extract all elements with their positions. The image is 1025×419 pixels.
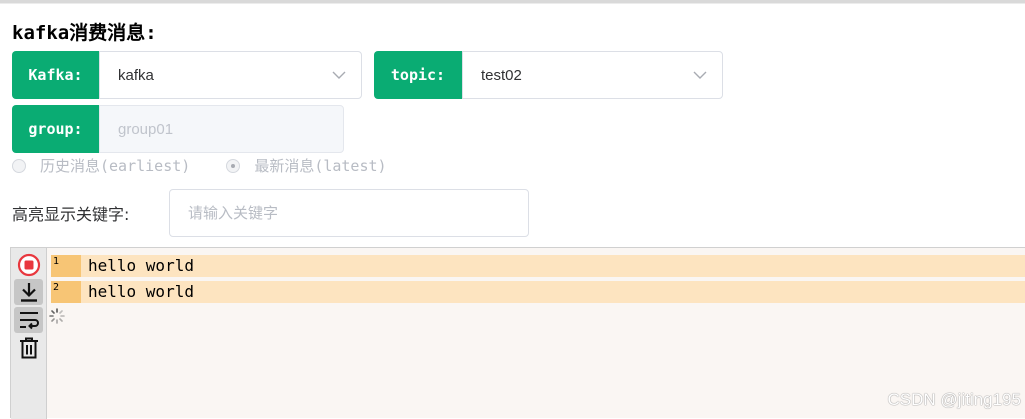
topic-select-value: test02 bbox=[481, 66, 522, 84]
chevron-down-icon bbox=[332, 71, 346, 79]
offset-radio-group: 历史消息(earliest) 最新消息(latest) bbox=[12, 155, 387, 176]
chevron-down-icon bbox=[693, 71, 707, 79]
page-title: kafka消费消息: bbox=[12, 22, 157, 44]
window-top-border-inner bbox=[0, 3, 1025, 4]
log-line: 2 hello world bbox=[51, 281, 1025, 303]
group-input: group01 bbox=[99, 105, 344, 153]
log-console: 1 hello world 2 hello world CSDN @jiting… bbox=[10, 247, 1025, 419]
scroll-to-bottom-icon bbox=[20, 283, 37, 302]
topic-select[interactable]: test02 bbox=[462, 51, 723, 99]
radio-latest-label: 最新消息(latest) bbox=[254, 157, 387, 175]
line-text: hello world bbox=[88, 282, 194, 301]
console-toolbar bbox=[11, 248, 47, 419]
loading-spinner-icon bbox=[49, 308, 65, 324]
keyword-label: 高亮显示关键字: bbox=[12, 205, 130, 224]
wrap-lines-icon bbox=[19, 312, 39, 330]
group-label: group: bbox=[12, 105, 99, 153]
kafka-select[interactable]: kafka bbox=[99, 51, 362, 99]
topic-label: topic: bbox=[374, 51, 462, 99]
clear-button[interactable] bbox=[14, 335, 43, 361]
radio-latest-circle bbox=[226, 158, 241, 173]
radio-latest: 最新消息(latest) bbox=[226, 155, 387, 176]
keyword-input[interactable] bbox=[169, 189, 529, 237]
radio-earliest-circle bbox=[12, 158, 26, 173]
kafka-label: Kafka: bbox=[12, 51, 99, 99]
group-input-placeholder: group01 bbox=[118, 120, 174, 138]
wrap-lines-button[interactable] bbox=[14, 307, 43, 333]
log-line: 1 hello world bbox=[51, 255, 1025, 277]
stop-icon bbox=[17, 253, 40, 277]
radio-earliest: 历史消息(earliest) bbox=[12, 155, 190, 176]
line-text: hello world bbox=[88, 256, 194, 275]
scroll-to-bottom-button[interactable] bbox=[14, 279, 43, 305]
csdn-watermark: CSDN @jiting195 bbox=[887, 390, 1021, 409]
kafka-select-value: kafka bbox=[118, 66, 154, 84]
line-number: 1 bbox=[51, 255, 81, 277]
clear-icon bbox=[19, 337, 38, 359]
stop-button[interactable] bbox=[14, 252, 43, 278]
line-number: 2 bbox=[51, 281, 81, 303]
radio-earliest-label: 历史消息(earliest) bbox=[40, 157, 191, 175]
